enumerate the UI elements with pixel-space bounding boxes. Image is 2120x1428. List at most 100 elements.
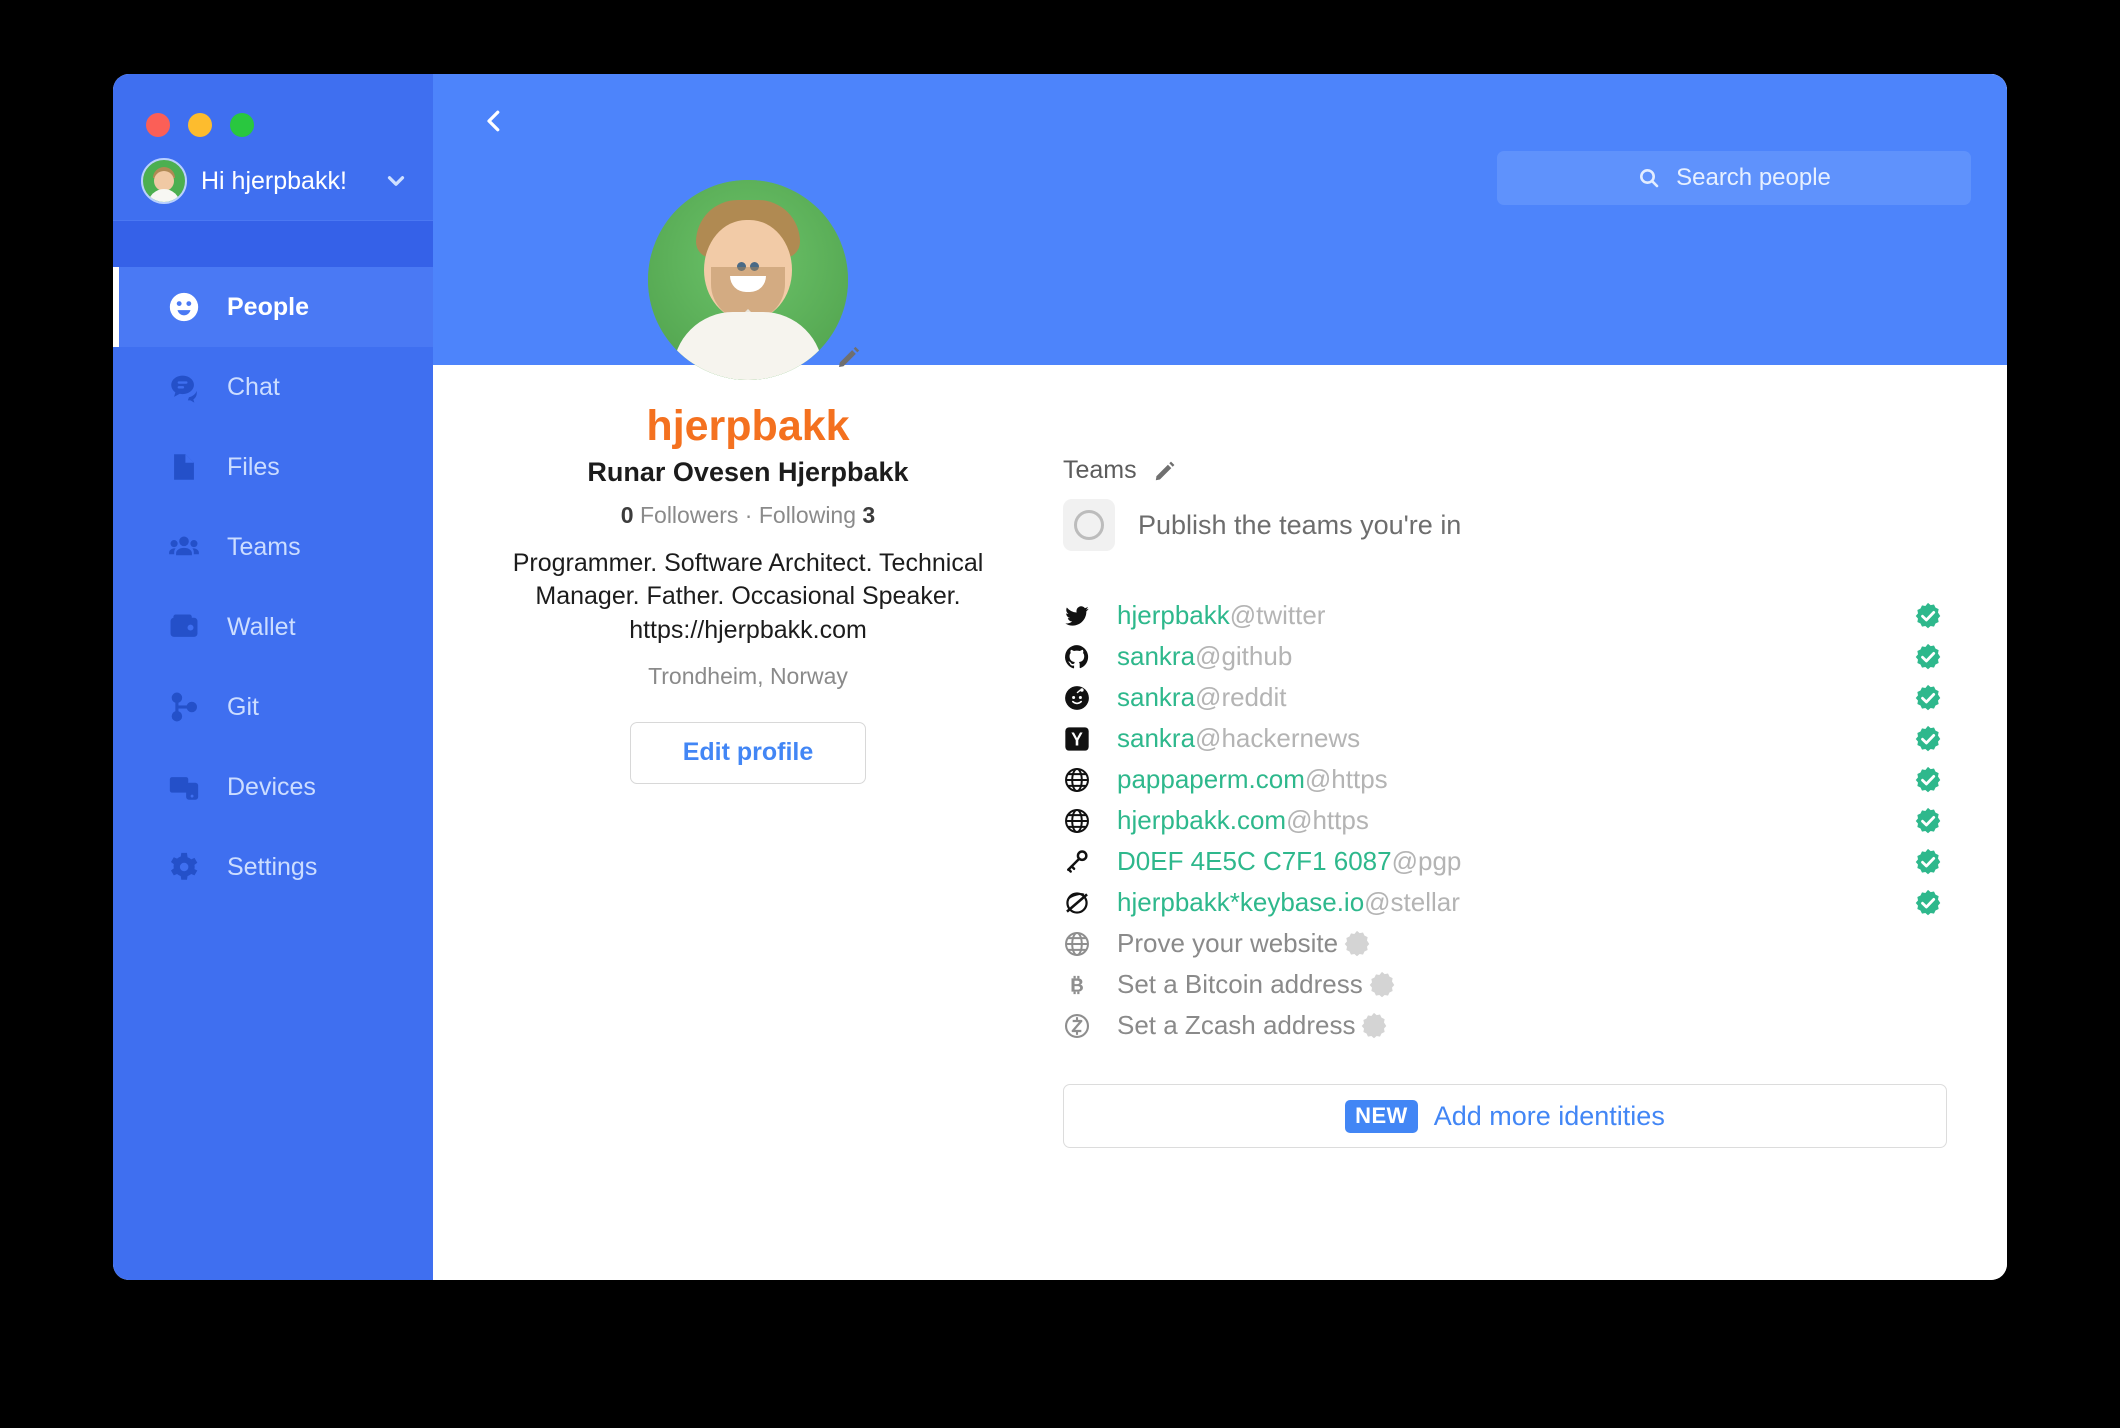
wallet-icon [167, 610, 201, 644]
identity-text: sankra@reddit [1117, 682, 1287, 712]
identity-text: hjerpbakk*keybase.io@stellar [1117, 887, 1460, 917]
followers-count: 0 [620, 502, 634, 529]
teams-label: Teams [1063, 456, 1137, 484]
sidebar-account-switcher[interactable]: Hi hjerpbakk! [113, 142, 433, 220]
verified-badge-icon [1909, 683, 1947, 713]
people-icon [167, 290, 201, 324]
add-more-identities-label: Add more identities [1433, 1100, 1665, 1131]
verified-badge-icon [1909, 765, 1947, 795]
sidebar-item-label: Git [227, 692, 259, 721]
pencil-icon[interactable] [1153, 459, 1177, 483]
app-window: Hi hjerpbakk! People Chat Files Teams Wa… [113, 74, 2007, 1280]
profile-username: hjerpbakk [646, 402, 850, 450]
profile-avatar-wrap [648, 180, 860, 380]
unverified-badge-icon [1338, 929, 1376, 959]
chevron-down-icon[interactable] [383, 168, 409, 194]
publish-teams-row[interactable]: Publish the teams you're in [1063, 499, 1947, 551]
identity-todo-label: Set a Zcash address [1117, 1010, 1356, 1040]
identity-text: pappaperm.com@https [1117, 764, 1388, 794]
sidebar-item-chat[interactable]: Chat [113, 347, 433, 427]
twitter-icon [1063, 602, 1101, 630]
identity-text: sankra@github [1117, 641, 1293, 671]
hackernews-icon [1063, 725, 1101, 753]
radio-unchecked-icon [1074, 510, 1104, 540]
files-icon [167, 450, 201, 484]
followers-label: Followers [639, 502, 739, 529]
avatar [141, 158, 187, 204]
github-icon [1063, 643, 1101, 671]
desktop-background: Hi hjerpbakk! People Chat Files Teams Wa… [0, 0, 2120, 1428]
sidebar-item-label: Files [227, 452, 280, 481]
gear-icon [167, 850, 201, 884]
identity-row[interactable]: sankra@github [1063, 636, 1947, 677]
sidebar-item-label: Settings [227, 852, 318, 881]
sidebar-item-git[interactable]: Git [113, 667, 433, 747]
sidebar-item-teams[interactable]: Teams [113, 507, 433, 587]
profile-location: Trondheim, Norway [648, 662, 848, 689]
sidebar-item-devices[interactable]: Devices [113, 747, 433, 827]
unverified-badge-icon [1355, 1011, 1393, 1041]
profile-column: hjerpbakk Runar Ovesen Hjerpbakk 0 Follo… [433, 74, 1063, 1280]
globe-icon [1063, 930, 1101, 958]
identity-todo-label: Prove your website [1117, 928, 1339, 958]
minimize-button[interactable] [188, 113, 212, 137]
sidebar-divider [113, 220, 433, 267]
verified-badge-icon [1909, 888, 1947, 918]
new-badge: NEW [1345, 1099, 1418, 1133]
profile-avatar[interactable] [648, 180, 848, 380]
following-count: 3 [862, 502, 876, 529]
git-icon [167, 690, 201, 724]
sidebar-greeting: Hi hjerpbakk! [201, 166, 347, 195]
follow-stats: 0 Followers · Following 3 [620, 502, 876, 529]
close-button[interactable] [146, 113, 170, 137]
verified-badge-icon [1909, 724, 1947, 754]
sidebar-item-files[interactable]: Files [113, 427, 433, 507]
verified-badge-icon [1909, 806, 1947, 836]
zcash-icon [1063, 1012, 1101, 1040]
devices-icon [167, 770, 201, 804]
unverified-badge-icon [1363, 970, 1401, 1000]
following-label: Following [758, 502, 857, 529]
zoom-button[interactable] [230, 113, 254, 137]
identity-row[interactable]: sankra@reddit [1063, 677, 1947, 718]
stellar-icon [1063, 889, 1101, 917]
verified-badge-icon [1909, 847, 1947, 877]
identity-row[interactable]: sankra@hackernews [1063, 718, 1947, 759]
identity-row[interactable]: hjerpbakk*keybase.io@stellar [1063, 882, 1947, 923]
identity-todo-row[interactable]: Set a Zcash address [1063, 1005, 1947, 1046]
edit-profile-button[interactable]: Edit profile [630, 721, 866, 784]
add-more-identities-button[interactable]: NEW Add more identities [1063, 1084, 1947, 1148]
sidebar-item-label: Devices [227, 772, 316, 801]
teams-icon [167, 530, 201, 564]
sidebar-nav: People Chat Files Teams Wallet Git Devic… [113, 267, 433, 907]
identity-todo-row[interactable]: Set a Bitcoin address [1063, 964, 1947, 1005]
profile-content: hjerpbakk Runar Ovesen Hjerpbakk 0 Follo… [433, 74, 2007, 1280]
identity-todo-row[interactable]: Prove your website [1063, 923, 1947, 964]
identity-row[interactable]: pappaperm.com@https [1063, 759, 1947, 800]
sidebar-item-label: Teams [227, 532, 301, 561]
identity-row[interactable]: hjerpbakk@twitter [1063, 595, 1947, 636]
identity-todo-label: Set a Bitcoin address [1117, 969, 1363, 999]
identity-text: sankra@hackernews [1117, 723, 1361, 753]
identity-row[interactable]: D0EF 4E5C C7F1 6087@pgp [1063, 841, 1947, 882]
key-icon [1063, 848, 1101, 876]
publish-teams-toggle[interactable] [1063, 499, 1115, 551]
reddit-icon [1063, 684, 1101, 712]
sidebar-item-settings[interactable]: Settings [113, 827, 433, 907]
sidebar-item-wallet[interactable]: Wallet [113, 587, 433, 667]
chat-icon [167, 370, 201, 404]
sidebar-item-people[interactable]: People [113, 267, 433, 347]
globe-icon [1063, 766, 1101, 794]
identity-text: D0EF 4E5C C7F1 6087@pgp [1117, 846, 1462, 876]
sidebar-item-label: People [227, 292, 309, 321]
teams-header: Teams [1063, 456, 1947, 485]
sidebar-item-label: Wallet [227, 612, 296, 641]
pencil-icon[interactable] [834, 342, 864, 372]
globe-icon [1063, 807, 1101, 835]
verified-badge-icon [1909, 601, 1947, 631]
identity-text: hjerpbakk.com@https [1117, 805, 1369, 835]
profile-fullname: Runar Ovesen Hjerpbakk [587, 457, 909, 488]
identity-row[interactable]: hjerpbakk.com@https [1063, 800, 1947, 841]
bitcoin-icon [1063, 971, 1101, 999]
window-traffic-lights [113, 74, 433, 142]
